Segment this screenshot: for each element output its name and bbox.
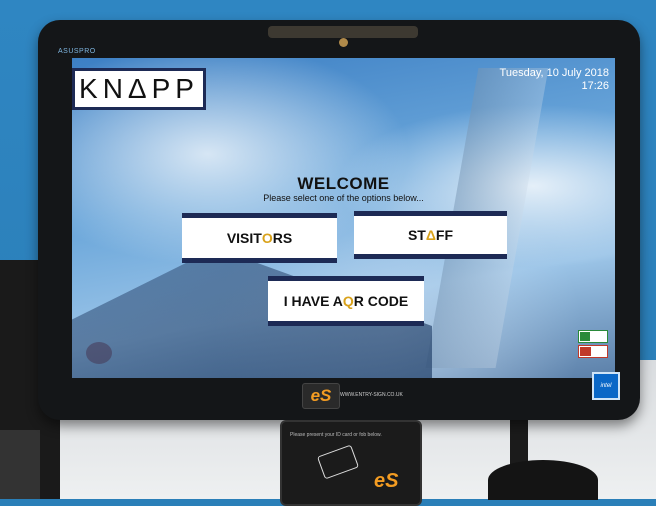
card-reader[interactable]: Please present your ID card or fob below…	[280, 420, 422, 506]
staff-label-a: ST	[407, 227, 426, 243]
staff-button[interactable]: ST Δ FF	[354, 211, 507, 259]
current-time: 17:26	[581, 80, 609, 92]
side-device-base	[0, 430, 40, 499]
qr-label-mark: Q	[342, 293, 354, 309]
welcome-subtitle: Please select one of the options below..…	[263, 193, 424, 203]
monitor-brand: ASUSPRO	[58, 48, 96, 55]
camera-icon	[339, 38, 348, 47]
current-date: Tuesday, 10 July 2018	[499, 67, 609, 79]
visitors-label-b: RS	[272, 230, 293, 246]
monitor-stand-base	[488, 460, 598, 500]
staff-label-mark: Δ	[425, 227, 436, 243]
reader-instruction: Please present your ID card or fob below…	[290, 432, 382, 438]
emergency-signs[interactable]	[578, 330, 608, 358]
staff-label-b: FF	[435, 227, 454, 243]
welcome-block: WELCOME Please select one of the options…	[72, 174, 615, 203]
entry-sign-logo: eS	[302, 383, 340, 409]
fire-exit-icon[interactable]	[578, 330, 608, 343]
qr-label-b: R CODE	[353, 293, 409, 309]
fire-alarm-icon[interactable]	[578, 345, 608, 358]
reader-logo: eS	[374, 470, 399, 492]
visitors-button[interactable]: VISIT O RS	[182, 213, 337, 263]
qr-code-button[interactable]: I HAVE A QR CODE	[268, 276, 424, 326]
entry-sign-url: WWW.ENTRY-SIGN.CO.UK	[340, 392, 403, 398]
corner-logo-icon	[86, 342, 112, 364]
card-icon	[316, 444, 360, 480]
date-time: Tuesday, 10 July 2018 17:26	[500, 67, 609, 93]
qr-label-a: I HAVE A	[283, 293, 343, 309]
kiosk-screen: KNΔPP Tuesday, 10 July 2018 17:26 WELCOM…	[72, 58, 615, 378]
welcome-title: WELCOME	[297, 174, 390, 193]
company-logo: KNΔPP	[72, 68, 206, 110]
camera-reflection	[268, 26, 418, 38]
intel-badge-icon: intel	[592, 372, 620, 400]
visitors-label-mark: O	[261, 230, 273, 246]
visitors-label-a: VISIT	[226, 230, 262, 246]
